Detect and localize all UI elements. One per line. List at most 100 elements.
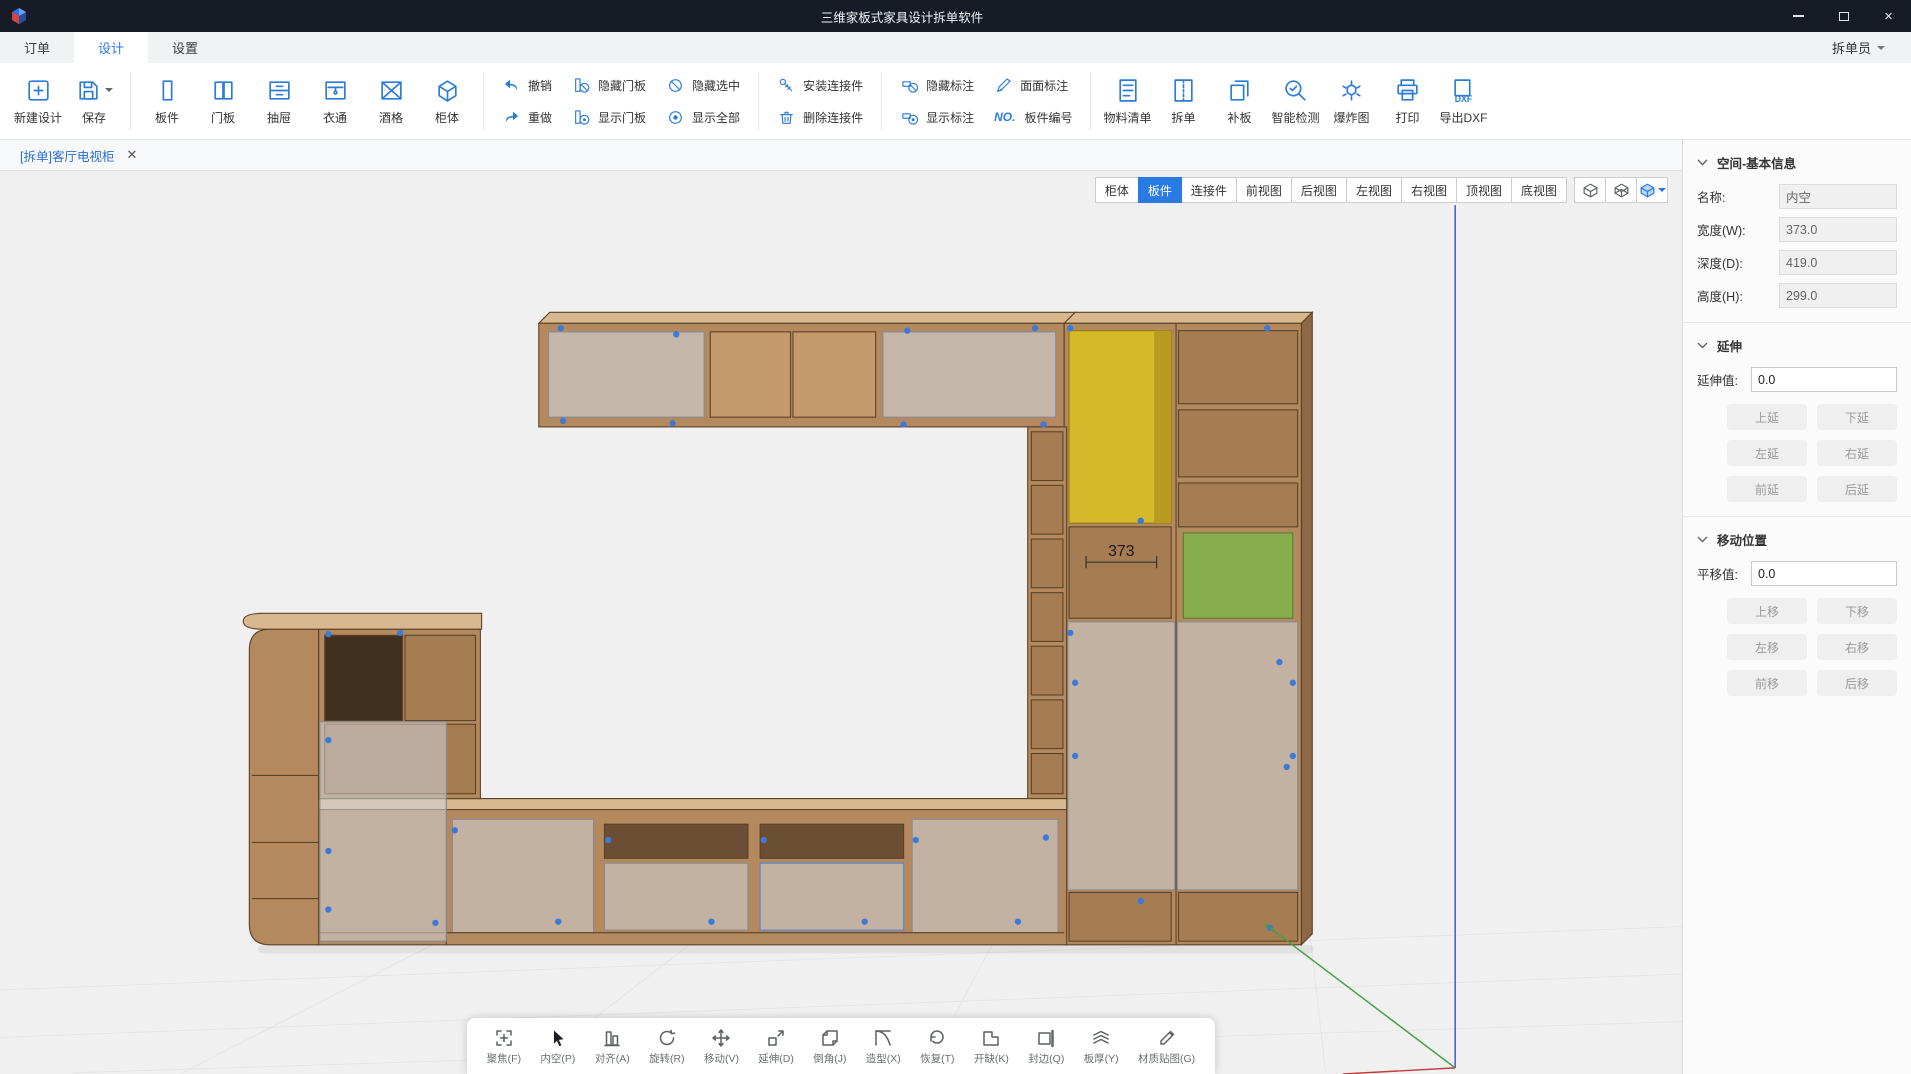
tool-rotate[interactable]: 旋转(R) — [649, 1028, 685, 1066]
door-button[interactable]: 门板 — [195, 66, 251, 136]
export-dxf-button[interactable]: DXF 导出DXF — [1435, 66, 1491, 136]
tv-wall-unit[interactable] — [243, 312, 1312, 944]
extend-left-button[interactable]: 左延 — [1727, 440, 1807, 466]
mode-connector-button[interactable]: 连接件 — [1181, 177, 1237, 203]
top-cabinets[interactable] — [539, 323, 1064, 427]
split-order-button[interactable]: 拆单 — [1155, 66, 1211, 136]
name-field[interactable] — [1779, 184, 1897, 209]
green-inner-space[interactable] — [1183, 533, 1292, 618]
extend-back-button[interactable]: 后延 — [1817, 476, 1897, 502]
move-left-button[interactable]: 左移 — [1727, 634, 1807, 660]
extend-up-button[interactable]: 上延 — [1727, 404, 1807, 430]
move-right-button[interactable]: 右移 — [1817, 634, 1897, 660]
delete-connector-button[interactable]: 删除连接件 — [769, 104, 871, 131]
document-tab[interactable]: [拆单]客厅电视柜 ✕ — [8, 140, 149, 170]
dxf-file-icon: DXF — [1450, 76, 1477, 104]
cursor-icon — [548, 1028, 568, 1048]
tab-design[interactable]: 设计 — [74, 32, 148, 63]
tool-restore[interactable]: 恢复(T) — [920, 1028, 954, 1066]
hide-annotation-button[interactable]: 隐藏标注 — [892, 72, 982, 99]
move-up-button[interactable]: 上移 — [1727, 598, 1807, 624]
smart-check-button[interactable]: 智能检测 — [1267, 66, 1323, 136]
new-design-icon — [25, 76, 52, 104]
bom-button[interactable]: 物料清单 — [1099, 66, 1155, 136]
section-basic-info-header[interactable]: 空间-基本信息 — [1697, 148, 1897, 176]
move-front-button[interactable]: 前移 — [1727, 670, 1807, 696]
explode-view-button[interactable]: 爆炸图 — [1323, 66, 1379, 136]
print-button[interactable]: 打印 — [1379, 66, 1435, 136]
display-style-dropdown[interactable] — [1636, 177, 1668, 203]
property-panel: 空间-基本信息 名称: 宽度(W): 深度(D): 高度(H): — [1682, 140, 1911, 1074]
tool-inner-space[interactable]: 内空(P) — [540, 1028, 575, 1066]
panel-button[interactable]: 板件 — [139, 66, 195, 136]
new-design-button[interactable]: 新建设计 — [10, 66, 66, 136]
display-solid-button[interactable] — [1574, 177, 1606, 203]
tool-material[interactable]: 材质贴图(G) — [1138, 1028, 1195, 1066]
document-tabbar: [拆单]客厅电视柜 ✕ — [0, 140, 1682, 171]
middle-spine[interactable] — [1028, 427, 1067, 799]
tool-thickness[interactable]: 板厚(Y) — [1084, 1028, 1119, 1066]
move-back-button[interactable]: 后移 — [1817, 670, 1897, 696]
edge-band-icon — [1036, 1028, 1056, 1048]
extend-down-button[interactable]: 下延 — [1817, 404, 1897, 430]
tab-order[interactable]: 订单 — [0, 32, 74, 63]
minimize-button[interactable] — [1776, 0, 1821, 32]
view-bottom-button[interactable]: 底视图 — [1511, 177, 1567, 203]
tab-settings[interactable]: 设置 — [148, 32, 222, 63]
tool-focus[interactable]: 聚焦(F) — [487, 1028, 521, 1066]
move-value-input[interactable] — [1751, 561, 1897, 586]
install-connector-button[interactable]: 安装连接件 — [769, 72, 871, 99]
tool-align[interactable]: 对齐(A) — [595, 1028, 630, 1066]
tool-notch[interactable]: 开缺(K) — [974, 1028, 1009, 1066]
show-annotation-button[interactable]: 显示标注 — [892, 104, 982, 131]
maximize-button[interactable] — [1821, 0, 1866, 32]
move-down-button[interactable]: 下移 — [1817, 598, 1897, 624]
undo-button[interactable]: 撤销 — [494, 72, 560, 99]
view-left-button[interactable]: 左视图 — [1346, 177, 1402, 203]
face-annotation-button[interactable]: 面面标注 — [986, 72, 1080, 99]
view-right-button[interactable]: 右视图 — [1401, 177, 1457, 203]
show-door-button[interactable]: 显示门板 — [564, 104, 654, 131]
depth-field[interactable] — [1779, 250, 1897, 275]
section-extend: 延伸 延伸值: 上延 下延 左延 右延 前延 后延 — [1683, 322, 1911, 516]
left-unit[interactable] — [243, 613, 481, 944]
tool-shape[interactable]: 造型(X) — [866, 1028, 901, 1066]
redo-button[interactable]: 重做 — [494, 104, 560, 131]
3d-scene[interactable]: 373 — [0, 171, 1682, 1074]
tool-edge-band[interactable]: 封边(Q) — [1028, 1028, 1064, 1066]
patch-panel-button[interactable]: 补板 — [1211, 66, 1267, 136]
view-front-button[interactable]: 前视图 — [1236, 177, 1292, 203]
tool-move[interactable]: 移动(V) — [704, 1028, 739, 1066]
mode-cabinet-button[interactable]: 柜体 — [1095, 177, 1139, 203]
app-logo-icon — [10, 7, 28, 25]
mode-panel-button[interactable]: 板件 — [1138, 177, 1182, 203]
wine-rack-button[interactable]: 酒格 — [363, 66, 419, 136]
drawer-button[interactable]: 抽屉 — [251, 66, 307, 136]
view-back-button[interactable]: 后视图 — [1291, 177, 1347, 203]
view-top-button[interactable]: 顶视图 — [1456, 177, 1512, 203]
width-field[interactable] — [1779, 217, 1897, 242]
hide-selected-button[interactable]: 隐藏选中 — [658, 72, 748, 99]
extend-value-input[interactable] — [1751, 367, 1897, 392]
hide-door-button[interactable]: 隐藏门板 — [564, 72, 654, 99]
close-button[interactable]: × — [1866, 0, 1911, 32]
user-role[interactable]: 拆单员 — [1832, 32, 1911, 63]
rail-button[interactable]: 衣通 — [307, 66, 363, 136]
cabinet-button[interactable]: 柜体 — [419, 66, 475, 136]
extend-front-button[interactable]: 前延 — [1727, 476, 1807, 502]
display-wireframe-button[interactable] — [1605, 177, 1637, 203]
wine-rack-icon — [378, 76, 405, 104]
tool-extend[interactable]: 延伸(D) — [758, 1028, 794, 1066]
close-tab-icon[interactable]: ✕ — [126, 147, 137, 163]
show-all-button[interactable]: 显示全部 — [658, 104, 748, 131]
tool-chamfer[interactable]: 倒角(J) — [813, 1028, 846, 1066]
section-extend-header[interactable]: 延伸 — [1697, 331, 1897, 359]
chevron-down-icon — [1877, 46, 1885, 54]
height-field[interactable] — [1779, 283, 1897, 308]
panel-number-button[interactable]: NO. 板件编号 — [986, 104, 1080, 131]
save-button[interactable]: 保存 — [66, 66, 122, 136]
right-column[interactable] — [1064, 323, 1301, 944]
extend-right-button[interactable]: 右延 — [1817, 440, 1897, 466]
3d-viewport[interactable]: 373 柜体 板件 连接件 前视图 后视图 左视图 — [0, 171, 1682, 1074]
section-move-header[interactable]: 移动位置 — [1697, 525, 1897, 553]
